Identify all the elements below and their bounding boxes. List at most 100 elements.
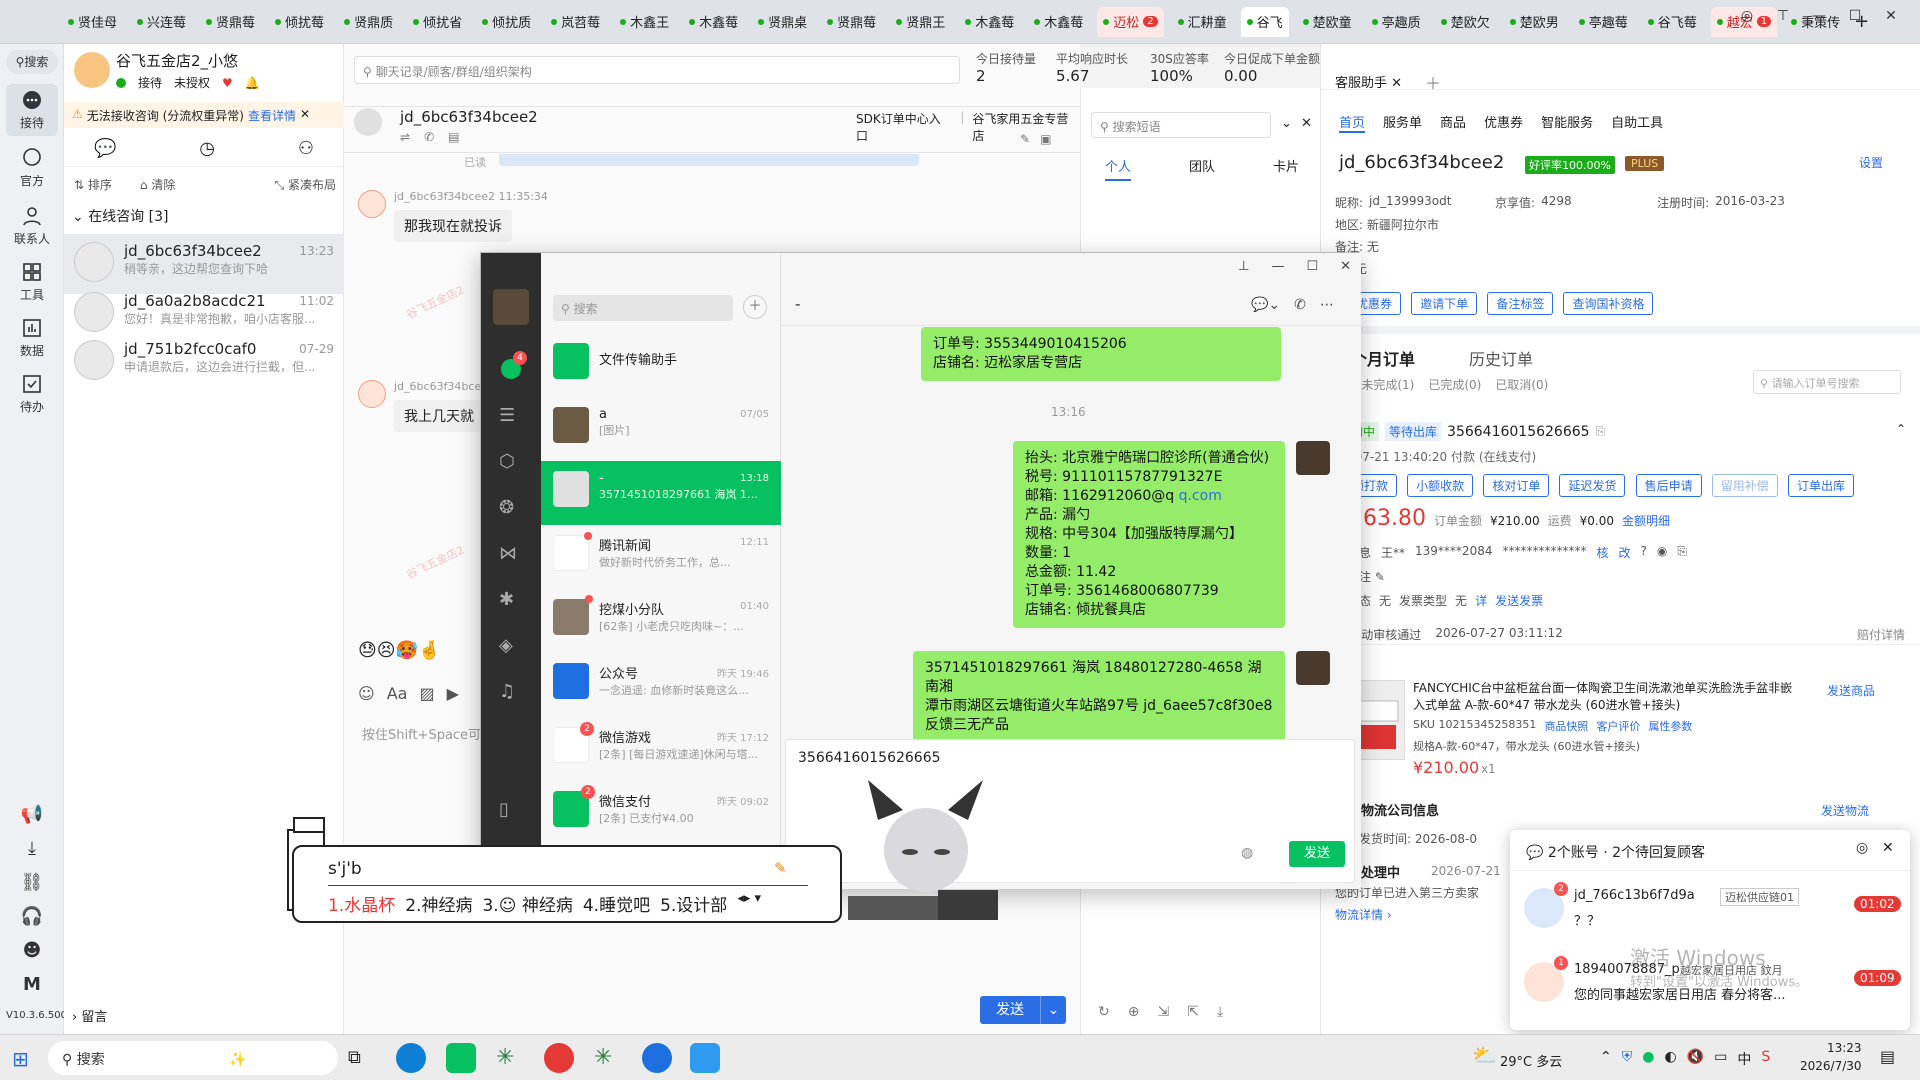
- tab-home[interactable]: 首页: [1339, 112, 1366, 133]
- tab-21[interactable]: 楚欧男: [1504, 7, 1565, 37]
- tab-self[interactable]: 自助工具: [1611, 112, 1663, 133]
- app-icon[interactable]: [690, 1043, 720, 1073]
- settings-link[interactable]: 设置: [1859, 154, 1883, 171]
- sort-button[interactable]: ⇅ 排序: [74, 176, 112, 193]
- chat-options-icon[interactable]: 💬⌄: [1251, 297, 1280, 313]
- tab-6[interactable]: 倾扰质: [476, 7, 537, 37]
- chat-list-item[interactable]: 文件传输助手: [541, 333, 781, 397]
- favorites-nav-icon[interactable]: ⬡: [499, 451, 515, 472]
- message-section[interactable]: › 留言: [72, 1006, 107, 1025]
- note-tag-button[interactable]: 备注标签: [1487, 292, 1554, 315]
- download-icon[interactable]: ⤓: [1217, 1004, 1223, 1020]
- chat-list-item[interactable]: -3571451018297661 海岚 18... 13:18: [541, 461, 781, 525]
- tab-team[interactable]: 团队: [1189, 156, 1215, 175]
- rail-item-official[interactable]: 官方: [6, 146, 58, 189]
- ime-candidate[interactable]: 1.水晶杯: [328, 891, 395, 916]
- image-icon[interactable]: ▣: [1040, 132, 1051, 146]
- tab-22[interactable]: 亭趣莓: [1573, 7, 1634, 37]
- language-indicator[interactable]: 中: [1737, 1049, 1751, 1069]
- tab-7[interactable]: 岚苕莓: [545, 7, 606, 37]
- edit-address-icon[interactable]: 改: [1619, 544, 1631, 561]
- font-icon[interactable]: Aa: [387, 684, 408, 703]
- link-icon[interactable]: ⛓: [6, 872, 58, 893]
- network-icon[interactable]: ▭: [1714, 1049, 1727, 1069]
- voice-icon[interactable]: ◍: [1241, 845, 1253, 861]
- order-action-button[interactable]: 留用补偿: [1711, 474, 1778, 497]
- email-link[interactable]: q.com: [1179, 488, 1222, 504]
- tab-19[interactable]: 亭趣质: [1366, 7, 1427, 37]
- chat-list-item[interactable]: 腾讯新闻 做好新时代侨务工作，总... 12:11: [541, 525, 781, 589]
- note-icon[interactable]: ▤: [448, 130, 459, 144]
- chat-list-item[interactable]: 2 微信游戏 [2条] [每日游戏速递]休闲与塔... 昨天 17:12: [541, 717, 781, 781]
- page-arrows-icon[interactable]: ◂▸ ▾: [737, 891, 761, 916]
- bell-icon[interactable]: 🔔: [245, 76, 260, 90]
- headset-icon[interactable]: 🎧: [6, 906, 58, 927]
- collapse-icon[interactable]: ⌃: [1896, 422, 1906, 436]
- chevron-down-icon[interactable]: ⌄: [1040, 996, 1066, 1024]
- tab-11[interactable]: 贤鼎莓: [821, 7, 882, 37]
- tab-18[interactable]: 楚欧童: [1297, 7, 1358, 37]
- tab-1[interactable]: 兴连莓: [131, 7, 192, 37]
- product-title[interactable]: FANCYCHIC台中盆柜盆台面一体陶瓷卫生间洗漱池单买洗脸洗手盆非嵌入式单盆 …: [1413, 680, 1803, 714]
- order-search-input[interactable]: ⚲ 请输入订单号搜索: [1753, 370, 1901, 394]
- chat-list-item[interactable]: 公众号 一念逍遥: 血修新时装竟这么... 昨天 19:46: [541, 653, 781, 717]
- refresh-icon[interactable]: ↻: [1098, 1004, 1110, 1020]
- call-icon[interactable]: ✆: [1294, 297, 1306, 313]
- tab-2[interactable]: 贤鼎莓: [200, 7, 261, 37]
- notification-icon[interactable]: ▤: [1880, 1047, 1895, 1066]
- export-icon[interactable]: ⇱: [1187, 1004, 1199, 1020]
- edge-icon[interactable]: [396, 1043, 426, 1073]
- tab-13[interactable]: 木鑫莓: [959, 7, 1020, 37]
- tab-5[interactable]: 倾扰省: [407, 7, 468, 37]
- close-icon[interactable]: ✕: [1876, 8, 1906, 24]
- pending-item[interactable]: 2 jd_766c13b6f7d9a 迈松供应链01 ？？ 01:02: [1510, 878, 1910, 948]
- send-product-link[interactable]: 发送商品: [1827, 682, 1875, 699]
- minimize-icon[interactable]: —: [1804, 8, 1834, 24]
- online-section-header[interactable]: ⌄ 在线咨询 [3]: [72, 206, 168, 226]
- close-icon[interactable]: ✕: [1882, 840, 1894, 856]
- search-nav-icon[interactable]: ✱: [499, 589, 514, 610]
- copy-icon[interactable]: ⎘: [1596, 424, 1606, 439]
- taskbar-search-input[interactable]: ⚲ 搜索 ✨: [48, 1041, 338, 1075]
- tab-9[interactable]: 木鑫莓: [683, 7, 744, 37]
- add-icon[interactable]: ⊕: [1128, 1004, 1140, 1020]
- tab-10[interactable]: 贤鼎桌: [752, 7, 813, 37]
- tab-20[interactable]: 楚欧欠: [1435, 7, 1496, 37]
- chat-nav-icon[interactable]: 4: [499, 351, 527, 381]
- transfer-icon[interactable]: ⇌: [400, 130, 410, 144]
- qq-tray-icon[interactable]: ◐: [1664, 1049, 1676, 1069]
- shield-icon[interactable]: ⛨: [1622, 1049, 1633, 1069]
- global-search-input[interactable]: ⚲ 聊天记录/顾客/群组/组织架构: [354, 56, 960, 84]
- phone-icon[interactable]: ✆: [424, 130, 434, 144]
- tab-8[interactable]: 木鑫王: [614, 7, 675, 37]
- invite-order-button[interactable]: 邀请下单: [1411, 292, 1478, 315]
- close-icon[interactable]: ✕: [1340, 259, 1351, 277]
- clear-button[interactable]: ⌂ 清除: [140, 176, 175, 193]
- rail-item-todo[interactable]: 待办: [6, 372, 58, 415]
- tab-history-orders[interactable]: 历史订单: [1469, 346, 1533, 370]
- compact-layout-button[interactable]: ⤡ 紧凑布局: [275, 176, 336, 193]
- emoji-row[interactable]: 😓😣🥵🤞: [358, 640, 440, 661]
- ime-candidate[interactable]: 2.神经病: [405, 891, 472, 916]
- volume-off-icon[interactable]: 🔇: [1687, 1049, 1704, 1069]
- auth-status[interactable]: 未授权: [174, 74, 210, 91]
- order-action-button[interactable]: 延迟发货: [1559, 474, 1626, 497]
- clock[interactable]: 13:23 2026/7/30: [1800, 1039, 1862, 1075]
- contacts-nav-icon[interactable]: ☰: [499, 405, 515, 426]
- app-icon[interactable]: ✳: [496, 1045, 514, 1070]
- tab-service[interactable]: 服务单: [1383, 112, 1422, 133]
- settings-icon[interactable]: ◎: [1856, 840, 1868, 856]
- chat-tab-icon[interactable]: 💬: [94, 138, 116, 159]
- maximize-icon[interactable]: ☐: [1840, 8, 1870, 24]
- edit-icon[interactable]: ✎: [1020, 132, 1030, 146]
- conversation-item[interactable]: jd_751b2fcc0caf0 申请退款后，这边会进行拦截，但... 07-29: [64, 332, 344, 392]
- chat-list-item[interactable]: 挖煤小分队 [62条] 小老虎只吃肉味~：... 01:40: [541, 589, 781, 653]
- send-button[interactable]: 发送 ⌄: [980, 996, 1066, 1024]
- tab-3[interactable]: 倾扰莓: [269, 7, 330, 37]
- rail-item-contacts[interactable]: 联系人: [6, 204, 58, 247]
- eye-icon[interactable]: ◉: [1657, 544, 1667, 561]
- ime-tray-icon[interactable]: S: [1761, 1049, 1770, 1069]
- order-action-button[interactable]: 订单出库: [1787, 474, 1854, 497]
- reception-status[interactable]: 接待: [138, 74, 162, 91]
- tab-15[interactable]: 迈松 2: [1097, 6, 1164, 37]
